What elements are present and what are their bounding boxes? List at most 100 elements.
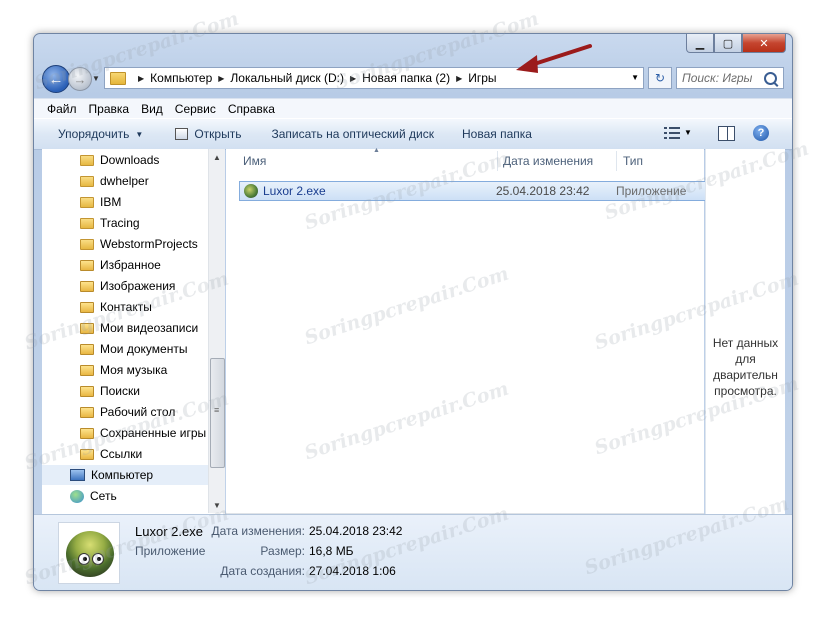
breadcrumb-new-folder[interactable]: Новая папка (2) — [362, 71, 450, 85]
column-header-name[interactable]: ▲ Имя — [243, 147, 503, 173]
menu-edit[interactable]: Правка — [89, 102, 130, 116]
folder-icon — [80, 364, 94, 376]
address-bar[interactable]: ▶ Компьютер ▶ Локальный диск (D:) ▶ Нова… — [104, 67, 644, 89]
nav-item[interactable]: Сохраненные игры — [42, 423, 216, 443]
folder-icon — [80, 385, 94, 397]
preview-pane: Нет данных для дварительн просмотра. — [705, 149, 785, 530]
breadcrumb-computer[interactable]: Компьютер — [150, 71, 212, 85]
nav-item-label: Моя музыка — [100, 363, 168, 377]
nav-item[interactable]: Изображения — [42, 276, 216, 296]
recent-pages-dropdown[interactable]: ▼ — [92, 74, 100, 83]
column-type-label: Тип — [623, 154, 644, 168]
details-pane: Luxor 2.exe Приложение Дата изменения: 2… — [34, 514, 792, 590]
nav-item[interactable]: WebstormProjects — [42, 234, 216, 254]
new-folder-label: Новая папка — [461, 127, 532, 141]
file-row[interactable]: Luxor 2.exe 25.04.2018 23:42 Приложение — [239, 181, 709, 201]
computer-icon — [70, 469, 85, 481]
navigation-scrollbar[interactable]: ▲ ▼ — [208, 149, 225, 513]
nav-item[interactable]: Контакты — [42, 297, 216, 317]
breadcrumb-local-disk[interactable]: Локальный диск (D:) — [230, 71, 344, 85]
close-button[interactable]: ✕ — [742, 34, 786, 53]
no-preview-text: Нет данных для дварительн просмотра. — [712, 336, 779, 398]
chevron-right-icon[interactable]: ▶ — [138, 74, 144, 83]
nav-item-label: Сеть — [90, 489, 117, 503]
menu-tools[interactable]: Сервис — [175, 102, 216, 116]
nav-item[interactable]: Мои документы — [42, 339, 216, 359]
nav-item[interactable]: Tracing — [42, 213, 216, 233]
preview-pane-icon[interactable] — [718, 126, 735, 141]
details-created-label: Дата создания: — [220, 564, 305, 578]
nav-item[interactable]: Рабочий стол — [42, 402, 216, 422]
menu-help[interactable]: Справка — [228, 102, 275, 116]
caption-buttons: ▁ ▢ ✕ — [686, 34, 786, 53]
search-icon[interactable] — [764, 71, 777, 85]
chevron-down-icon: ▼ — [135, 129, 144, 139]
folder-icon — [80, 301, 94, 313]
nav-item[interactable]: Моя музыка — [42, 360, 216, 380]
search-box[interactable]: Поиск: Игры — [676, 67, 784, 89]
navigation-row: ← → ▼ ▶ Компьютер ▶ Локальный диск (D:) … — [42, 64, 784, 94]
help-icon[interactable]: ? — [753, 125, 769, 141]
address-dropdown-icon[interactable]: ▼ — [631, 73, 639, 82]
nav-item[interactable]: Поиски — [42, 381, 216, 401]
nav-item[interactable]: Ссылки — [42, 444, 216, 464]
command-bar: Упорядочить ▼ Открыть Записать на оптиче… — [34, 118, 792, 150]
chevron-right-icon[interactable]: ▶ — [350, 74, 356, 83]
nav-item[interactable]: Избранное — [42, 255, 216, 275]
explorer-window: ▁ ▢ ✕ ← → ▼ ▶ Компьютер ▶ Локальный диск… — [33, 33, 793, 591]
folder-icon — [80, 322, 94, 334]
nav-item-label: dwhelper — [100, 174, 149, 188]
scrollbar-thumb[interactable] — [210, 358, 225, 468]
details-size-value: 16,8 МБ — [309, 544, 354, 558]
open-button[interactable]: Открыть — [175, 127, 241, 141]
folder-icon — [80, 406, 94, 418]
scroll-up-icon[interactable]: ▲ — [209, 149, 225, 165]
folder-icon — [80, 427, 94, 439]
column-header-type[interactable]: Тип — [623, 149, 703, 173]
file-thumbnail — [58, 522, 120, 584]
chevron-right-icon[interactable]: ▶ — [218, 74, 224, 83]
minimize-button[interactable]: ▁ — [686, 34, 714, 53]
folder-icon — [80, 280, 94, 292]
nav-item-label: IBM — [100, 195, 122, 209]
eye-icon — [92, 553, 104, 565]
scroll-down-icon[interactable]: ▼ — [209, 497, 225, 513]
folder-icon — [80, 343, 94, 355]
maximize-button[interactable]: ▢ — [714, 34, 742, 53]
back-button[interactable]: ← — [42, 65, 70, 93]
organize-label: Упорядочить — [58, 127, 130, 141]
breadcrumb-games[interactable]: Игры — [468, 71, 496, 85]
nav-item[interactable]: IBM — [42, 192, 216, 212]
organize-button[interactable]: Упорядочить ▼ — [58, 127, 143, 141]
nav-item[interactable]: Сеть — [42, 486, 216, 506]
luxor-app-icon — [244, 184, 258, 198]
column-name-label: Имя — [243, 154, 267, 168]
column-divider[interactable] — [497, 151, 498, 171]
new-folder-button[interactable]: Новая папка — [462, 127, 532, 141]
network-icon — [70, 489, 84, 503]
nav-item-label: Tracing — [100, 216, 140, 230]
search-input[interactable]: Поиск: Игры — [677, 71, 764, 85]
nav-item-label: WebstormProjects — [100, 237, 198, 251]
nav-item-label: Мои документы — [100, 342, 188, 356]
column-header-date[interactable]: Дата изменения — [503, 149, 623, 173]
file-name: Luxor 2.exe — [263, 184, 326, 198]
details-size-label: Размер: — [260, 544, 305, 558]
nav-item[interactable]: Downloads — [42, 150, 216, 170]
nav-item-label: Сохраненные игры — [100, 426, 207, 440]
view-dropdown-icon[interactable]: ▼ — [684, 128, 692, 137]
nav-item[interactable]: Компьютер — [42, 465, 216, 485]
menu-file[interactable]: Файл — [47, 102, 77, 116]
refresh-button[interactable]: ↻ — [648, 67, 672, 89]
column-divider[interactable] — [616, 151, 617, 171]
nav-item-label: Изображения — [100, 279, 176, 293]
forward-button[interactable]: → — [68, 67, 92, 91]
nav-item[interactable]: Мои видеозаписи — [42, 318, 216, 338]
file-list: ▲ Имя Дата изменения Тип Luxor 2.exe 25.… — [226, 147, 709, 513]
chevron-right-icon[interactable]: ▶ — [456, 74, 462, 83]
nav-item[interactable]: dwhelper — [42, 171, 216, 191]
burn-button[interactable]: Записать на оптический диск — [271, 127, 434, 141]
nav-item-label: Мои видеозаписи — [100, 321, 199, 335]
view-options-icon[interactable] — [664, 127, 680, 139]
menu-view[interactable]: Вид — [141, 102, 163, 116]
